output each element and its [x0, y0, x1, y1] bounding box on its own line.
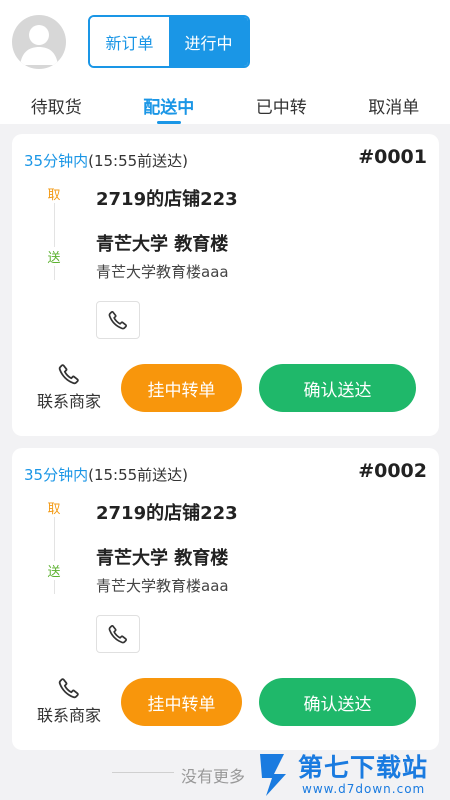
contact-merchant-button[interactable]: 联系商家 [32, 362, 106, 412]
confirm-delivery-button[interactable]: 确认送达 [259, 678, 416, 726]
tab-label: 已中转 [255, 98, 307, 118]
footer-divider [112, 772, 174, 773]
phone-icon [108, 311, 127, 330]
tab-awaiting-pickup[interactable]: 待取货 [0, 88, 113, 124]
delivery-address-name: 青芒大学 教育楼 [96, 548, 229, 569]
watermark-logo-icon [260, 754, 286, 796]
watermark-url: www.d7down.com [302, 782, 426, 796]
tab-label: 待取货 [30, 98, 82, 118]
segment-in-progress[interactable]: 进行中 [169, 17, 248, 66]
contact-merchant-label: 联系商家 [36, 392, 101, 411]
confirm-delivery-button[interactable]: 确认送达 [259, 364, 416, 412]
user-avatar-icon [20, 25, 58, 65]
delivery-time-limit: 35分钟内 [24, 466, 89, 484]
tab-transferred[interactable]: 已中转 [225, 88, 338, 124]
segment-new-orders[interactable]: 新订单 [90, 17, 169, 66]
phone-icon [58, 364, 79, 385]
phone-icon [108, 625, 127, 644]
contact-merchant-button[interactable]: 联系商家 [32, 676, 106, 726]
order-card[interactable]: 35分钟内(15:55前送达) #0002 取 送 2719的店铺223 青芒大… [12, 448, 439, 750]
active-tab-indicator [156, 121, 181, 124]
delivery-address-detail: 青芒大学教育楼aaa [96, 263, 229, 281]
delivery-address-detail: 青芒大学教育楼aaa [96, 577, 229, 595]
shop-name: 2719的店铺223 [96, 189, 238, 210]
watermark: 第七下载站 www.d7down.com [258, 748, 450, 800]
delivery-deadline: (15:55前送达) [88, 466, 189, 484]
pickup-tag: 取 [46, 184, 62, 203]
delivery-time-limit: 35分钟内 [24, 152, 89, 170]
call-customer-button[interactable] [96, 301, 140, 339]
avatar[interactable] [12, 15, 66, 69]
delivery-deadline: (15:55前送达) [88, 152, 189, 170]
transfer-order-button[interactable]: 挂中转单 [121, 364, 242, 412]
tab-label: 配送中 [143, 98, 195, 118]
transfer-order-button[interactable]: 挂中转单 [121, 678, 242, 726]
no-more-text: 没有更多 [181, 767, 246, 786]
route-line [54, 510, 55, 594]
order-status-toggle: 新订单 进行中 [88, 15, 250, 68]
status-tabs: 待取货 配送中 已中转 取消单 [0, 88, 450, 124]
route-line [54, 196, 55, 280]
delivery-time: 35分钟内(15:55前送达) [24, 464, 188, 485]
top-bar: 新订单 进行中 待取货 配送中 已中转 取消单 [0, 0, 450, 124]
order-number: #0001 [358, 146, 427, 168]
order-number: #0002 [358, 460, 427, 482]
order-card[interactable]: 35分钟内(15:55前送达) #0001 取 送 2719的店铺223 青芒大… [12, 134, 439, 436]
tab-cancelled[interactable]: 取消单 [338, 88, 450, 124]
delivery-time: 35分钟内(15:55前送达) [24, 150, 188, 171]
contact-merchant-label: 联系商家 [36, 706, 101, 725]
phone-icon [58, 678, 79, 699]
call-customer-button[interactable] [96, 615, 140, 653]
shop-name: 2719的店铺223 [96, 503, 238, 524]
tab-label: 取消单 [368, 98, 420, 118]
delivery-tag: 送 [46, 247, 62, 266]
tab-delivering[interactable]: 配送中 [113, 88, 226, 124]
watermark-title: 第七下载站 [298, 753, 429, 782]
pickup-tag: 取 [46, 498, 62, 517]
delivery-address-name: 青芒大学 教育楼 [96, 234, 229, 255]
delivery-tag: 送 [46, 561, 62, 580]
